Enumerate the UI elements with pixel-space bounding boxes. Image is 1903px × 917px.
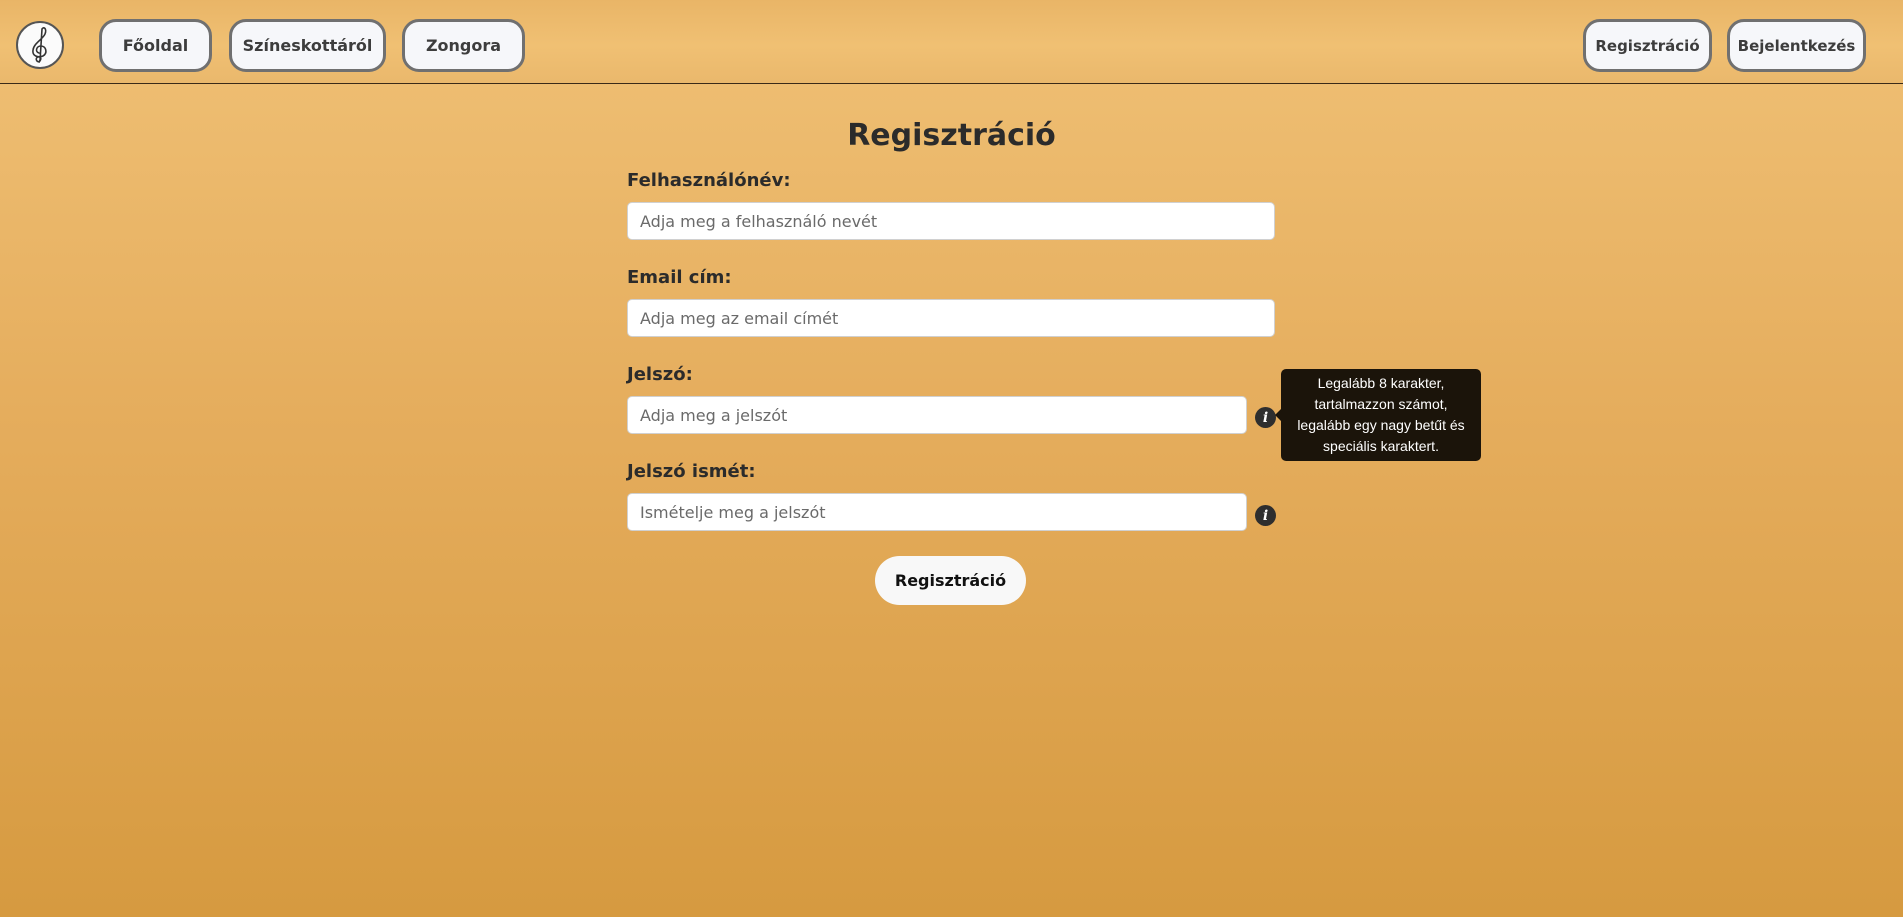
password-label: Jelszó: [627,364,693,385]
info-icon[interactable]: i [1255,407,1276,428]
email-input[interactable] [627,299,1275,337]
nav-button-bejelentkezes[interactable]: Bejelentkezés [1727,19,1866,72]
nav-button-label: Színeskottáról [242,36,373,55]
nav-button-fooldal[interactable]: Főoldal [99,19,212,72]
info-icon[interactable]: i [1255,505,1276,526]
top-navigation-bar: Főoldal Színeskottáról Zongora Regisztrá… [0,0,1903,84]
username-input[interactable] [627,202,1275,240]
nav-button-szineskottarol[interactable]: Színeskottáról [229,19,386,72]
username-label: Felhasználónév: [627,170,791,191]
nav-button-zongora[interactable]: Zongora [402,19,525,72]
page-title: Regisztráció [847,118,1056,153]
password-input[interactable] [627,396,1247,434]
nav-button-label: Zongora [425,36,502,55]
password-repeat-label: Jelszó ismét: [627,461,756,482]
nav-button-label: Főoldal [122,36,189,55]
nav-button-regisztracio[interactable]: Regisztráció [1583,19,1712,72]
email-label: Email cím: [627,267,732,288]
treble-clef-icon[interactable] [16,21,64,69]
treble-clef-icon-graphic [32,27,47,63]
register-submit-button[interactable]: Regisztráció [875,556,1026,605]
password-requirements-tooltip: Legalább 8 karakter, tartalmazzon számot… [1275,369,1481,461]
submit-button-label: Regisztráció [894,571,1007,590]
tooltip-text: Legalább 8 karakter, tartalmazzon számot… [1297,375,1465,454]
nav-button-label: Regisztráció [1595,36,1700,55]
nav-button-label: Bejelentkezés [1737,36,1856,55]
password-repeat-input[interactable] [627,493,1247,531]
